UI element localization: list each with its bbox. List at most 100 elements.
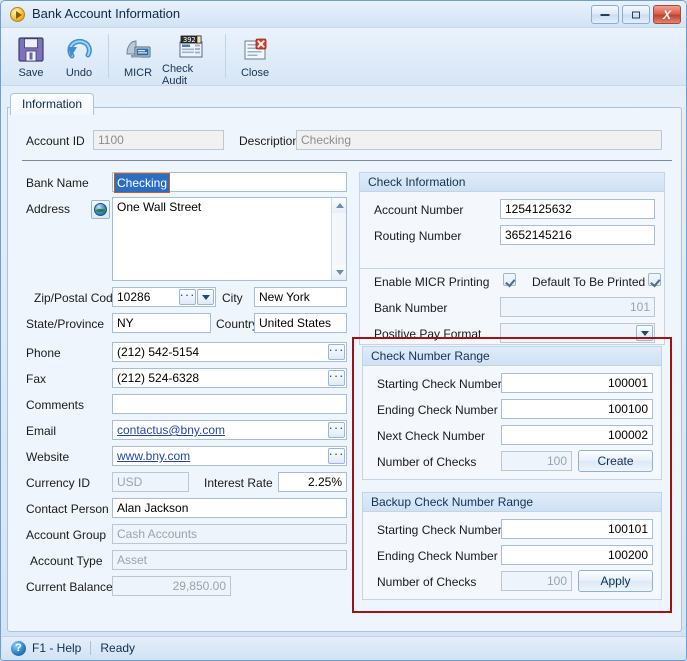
routing-number-label: Routing Number (374, 229, 462, 243)
minimize-icon (600, 13, 610, 16)
backup-ending-check-number-input[interactable] (501, 545, 653, 565)
address-value: One Wall Street (117, 200, 202, 214)
micr-button-label: MICR (123, 67, 153, 79)
blue-undo-arrow-icon (64, 32, 94, 66)
state-input[interactable] (112, 313, 211, 333)
website-value[interactable]: www.bny.com (117, 448, 190, 464)
help-label[interactable]: F1 - Help (32, 641, 81, 655)
website-input[interactable]: www.bny.com ··· (112, 446, 347, 466)
positive-pay-dropdown-button[interactable] (636, 325, 653, 341)
interest-rate-label: Interest Rate (204, 476, 273, 490)
account-number-input[interactable] (500, 199, 655, 219)
bank-account-information-window: Bank Account Information X Save Undo MIC… (0, 0, 687, 661)
window-title: Bank Account Information (32, 6, 181, 21)
phone-input[interactable]: (212) 542-5154 ··· (112, 342, 347, 362)
routing-number-input[interactable] (500, 225, 655, 245)
currency-input[interactable] (112, 472, 189, 492)
address-map-button[interactable] (91, 200, 110, 219)
minimize-button[interactable] (591, 5, 619, 24)
state-label: State/Province (26, 317, 105, 331)
starting-check-number-label: Starting Check Number (377, 377, 502, 391)
number-of-checks-label: Number of Checks (377, 455, 477, 469)
starting-check-number-input[interactable] (501, 373, 653, 393)
ending-check-number-input[interactable] (501, 399, 653, 419)
create-button[interactable]: Create (578, 450, 653, 472)
account-id-label: Account ID (26, 134, 85, 148)
backup-starting-check-number-input[interactable] (501, 519, 653, 539)
enable-micr-label: Enable MICR Printing (374, 275, 490, 289)
undo-button[interactable]: Undo (55, 32, 103, 84)
contact-person-input[interactable] (112, 498, 347, 518)
micr-button[interactable]: MICR (114, 32, 162, 84)
number-of-checks-input[interactable] (501, 451, 572, 471)
positive-pay-format-select[interactable] (500, 323, 655, 343)
interest-rate-input[interactable] (278, 472, 347, 492)
description-input[interactable] (296, 130, 662, 150)
check-audit-button[interactable]: 392 Check Audit (162, 32, 220, 87)
city-input[interactable] (254, 287, 347, 307)
ending-check-number-label: Ending Check Number (377, 403, 498, 417)
close-button-label: Close (240, 67, 270, 79)
maximize-button[interactable] (622, 5, 650, 24)
account-id-input[interactable] (93, 130, 224, 150)
bank-name-label: Bank Name (26, 176, 89, 190)
fax-lookup-button[interactable]: ··· (328, 369, 345, 386)
zip-lookup-button[interactable]: ··· (179, 288, 196, 305)
tab-information[interactable]: Information (10, 93, 95, 115)
account-group-input[interactable] (112, 524, 347, 544)
bank-name-value: Checking (113, 173, 171, 193)
bank-name-input[interactable]: Checking (112, 172, 347, 193)
next-check-number-label: Next Check Number (377, 429, 486, 443)
scroll-down-icon[interactable] (332, 265, 346, 280)
apply-button[interactable]: Apply (578, 570, 653, 592)
status-separator (90, 641, 92, 655)
bank-number-input[interactable] (500, 297, 655, 317)
website-lookup-button[interactable]: ··· (328, 447, 345, 464)
close-window-button[interactable]: X (653, 5, 681, 24)
undo-button-label: Undo (65, 67, 93, 79)
account-group-label: Account Group (26, 528, 107, 542)
title-bar: Bank Account Information X (1, 1, 686, 28)
country-label: Country (216, 317, 259, 331)
scroll-up-icon[interactable] (332, 198, 346, 213)
phone-value: (212) 542-5154 (117, 345, 200, 359)
default-to-be-printed-checkbox[interactable] (648, 273, 661, 286)
city-label: City (222, 291, 243, 305)
maximize-icon (632, 11, 640, 18)
save-button[interactable]: Save (7, 32, 55, 84)
email-lookup-button[interactable]: ··· (328, 421, 345, 438)
check-information-title: Check Information (360, 173, 664, 192)
check-information-group-body: Enable MICR Printing Default To Be Print… (359, 269, 665, 345)
zip-dropdown-button[interactable] (197, 289, 214, 305)
country-input[interactable] (254, 313, 347, 333)
enable-micr-checkbox[interactable] (503, 273, 516, 286)
globe-icon (94, 203, 107, 216)
current-balance-input[interactable] (112, 576, 231, 596)
phone-label: Phone (26, 346, 61, 360)
backup-check-number-range-title: Backup Check Number Range (363, 493, 661, 512)
close-icon: X (662, 7, 672, 22)
email-value[interactable]: contactus@bny.com (117, 422, 225, 438)
bank-number-label: Bank Number (374, 301, 448, 315)
address-scrollbar[interactable] (331, 198, 346, 280)
address-textarea[interactable]: One Wall Street (112, 197, 347, 281)
account-type-label: Account Type (30, 554, 103, 568)
backup-ending-check-number-label: Ending Check Number (377, 549, 498, 563)
fax-input[interactable]: (212) 524-6328 ··· (112, 368, 347, 388)
fax-value: (212) 524-6328 (117, 371, 200, 385)
email-input[interactable]: contactus@bny.com ··· (112, 420, 347, 440)
zip-value: 10286 (117, 290, 151, 304)
fax-label: Fax (26, 372, 47, 386)
check-information-group: Check Information Account Number Routing… (359, 172, 665, 269)
default-to-be-printed-label: Default To Be Printed (532, 275, 646, 289)
comments-input[interactable] (112, 394, 347, 414)
close-button[interactable]: Close (231, 32, 279, 84)
backup-number-of-checks-input[interactable] (501, 571, 572, 591)
comments-label: Comments (26, 398, 85, 412)
account-type-input[interactable] (112, 550, 347, 570)
next-check-number-input[interactable] (501, 425, 653, 445)
phone-lookup-button[interactable]: ··· (328, 343, 345, 360)
toolbar: Save Undo MICR 392 Check Audit Close (1, 28, 686, 87)
zip-input[interactable]: 10286 ··· (112, 287, 216, 307)
information-panel: Account ID Description Bank Name Checkin… (7, 107, 682, 632)
